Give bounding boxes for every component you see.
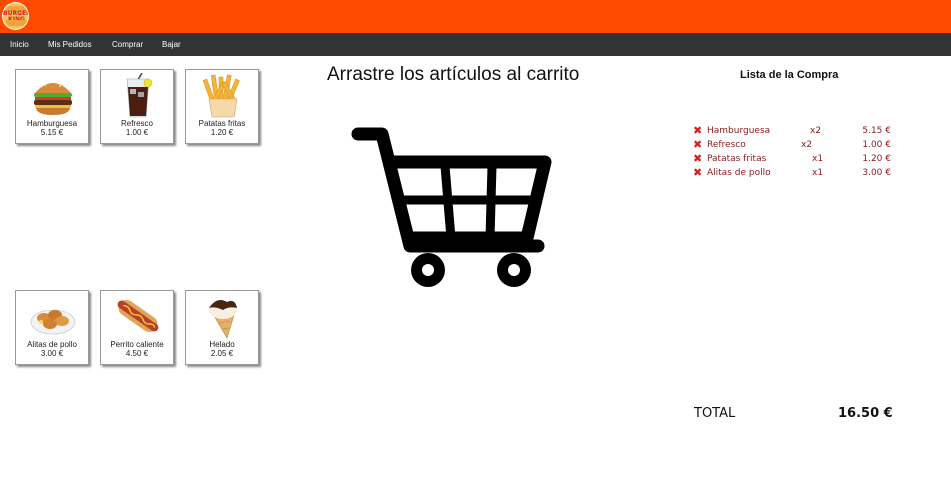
cart-item-qty: x2	[810, 126, 822, 136]
product-name: Patatas fritas	[198, 119, 246, 128]
product-card-alitas-de-pollo[interactable]: Alitas de pollo 3.00 €	[15, 290, 89, 365]
hotdog-icon	[117, 299, 159, 333]
chicken-wings-icon	[30, 309, 76, 335]
remove-x-icon[interactable]: ✖	[693, 139, 705, 151]
total-value: 16.50 €	[838, 406, 893, 421]
product-card-hamburguesa[interactable]: Hamburguesa 5.15 €	[15, 69, 89, 144]
cart-item-row: ✖ Refresco x2 1.00 €	[693, 139, 893, 151]
cart-item-row: ✖ Hamburguesa x2 5.15 €	[693, 125, 893, 137]
product-name: Perrito caliente	[110, 340, 164, 349]
cart-item-name: Alitas de pollo	[707, 168, 771, 178]
top-header-bar: BURGERKING	[0, 0, 951, 33]
cart-item-price: 1.00 €	[862, 140, 891, 150]
product-price: 4.50 €	[125, 349, 149, 358]
cart-item-qty: x1	[812, 154, 824, 164]
nav-item-inicio[interactable]: Inicio	[10, 33, 29, 56]
product-name: Hamburguesa	[26, 119, 78, 128]
cart-item-row: ✖ Alitas de pollo x1 3.00 €	[693, 167, 893, 179]
drag-instruction-heading: Arrastre los artículos al carrito	[327, 64, 580, 85]
cart-item-qty: x2	[801, 140, 813, 150]
cart-item-qty: x1	[812, 168, 824, 178]
product-card-patatas-fritas[interactable]: Patatas fritas 1.20 €	[185, 69, 259, 144]
product-price: 1.00 €	[125, 128, 149, 137]
product-card-perrito-caliente[interactable]: Perrito caliente 4.50 €	[100, 290, 174, 365]
burger-king-logo[interactable]: BURGERKING	[2, 2, 29, 30]
total-label: TOTAL	[694, 406, 736, 421]
product-price: 3.00 €	[40, 349, 64, 358]
cart-item-name: Patatas fritas	[707, 154, 767, 164]
nav-item-comprar[interactable]: Comprar	[112, 33, 143, 56]
remove-x-icon[interactable]: ✖	[693, 167, 705, 179]
product-name: Helado	[209, 340, 235, 349]
cart-item-price: 3.00 €	[862, 168, 891, 178]
fries-icon	[202, 74, 240, 118]
shopping-list-title: Lista de la Compra	[740, 69, 839, 81]
ice-cream-icon	[209, 300, 237, 339]
product-price: 1.20 €	[210, 128, 234, 137]
soda-icon	[126, 73, 153, 118]
product-price: 5.15 €	[40, 128, 64, 137]
product-price: 2.05 €	[210, 349, 234, 358]
cart-item-name: Hamburguesa	[707, 126, 771, 136]
product-card-helado[interactable]: Helado 2.05 €	[185, 290, 259, 365]
remove-x-icon[interactable]: ✖	[693, 125, 705, 137]
cart-item-price: 1.20 €	[862, 154, 891, 164]
remove-x-icon[interactable]: ✖	[693, 153, 705, 165]
shopping-cart-icon[interactable]	[350, 126, 555, 294]
main-nav: Inicio Mis Pedidos Comprar Bajar	[0, 33, 951, 56]
product-card-refresco[interactable]: Refresco 1.00 €	[100, 69, 174, 144]
cart-item-row: ✖ Patatas fritas x1 1.20 €	[693, 153, 893, 165]
product-name: Refresco	[120, 119, 153, 128]
hamburger-icon	[34, 81, 72, 115]
cart-item-price: 5.15 €	[862, 126, 891, 136]
cart-item-name: Refresco	[707, 140, 746, 150]
product-name: Alitas de pollo	[27, 340, 77, 349]
nav-item-bajar[interactable]: Bajar	[162, 33, 181, 56]
nav-item-mis-pedidos[interactable]: Mis Pedidos	[48, 33, 92, 56]
